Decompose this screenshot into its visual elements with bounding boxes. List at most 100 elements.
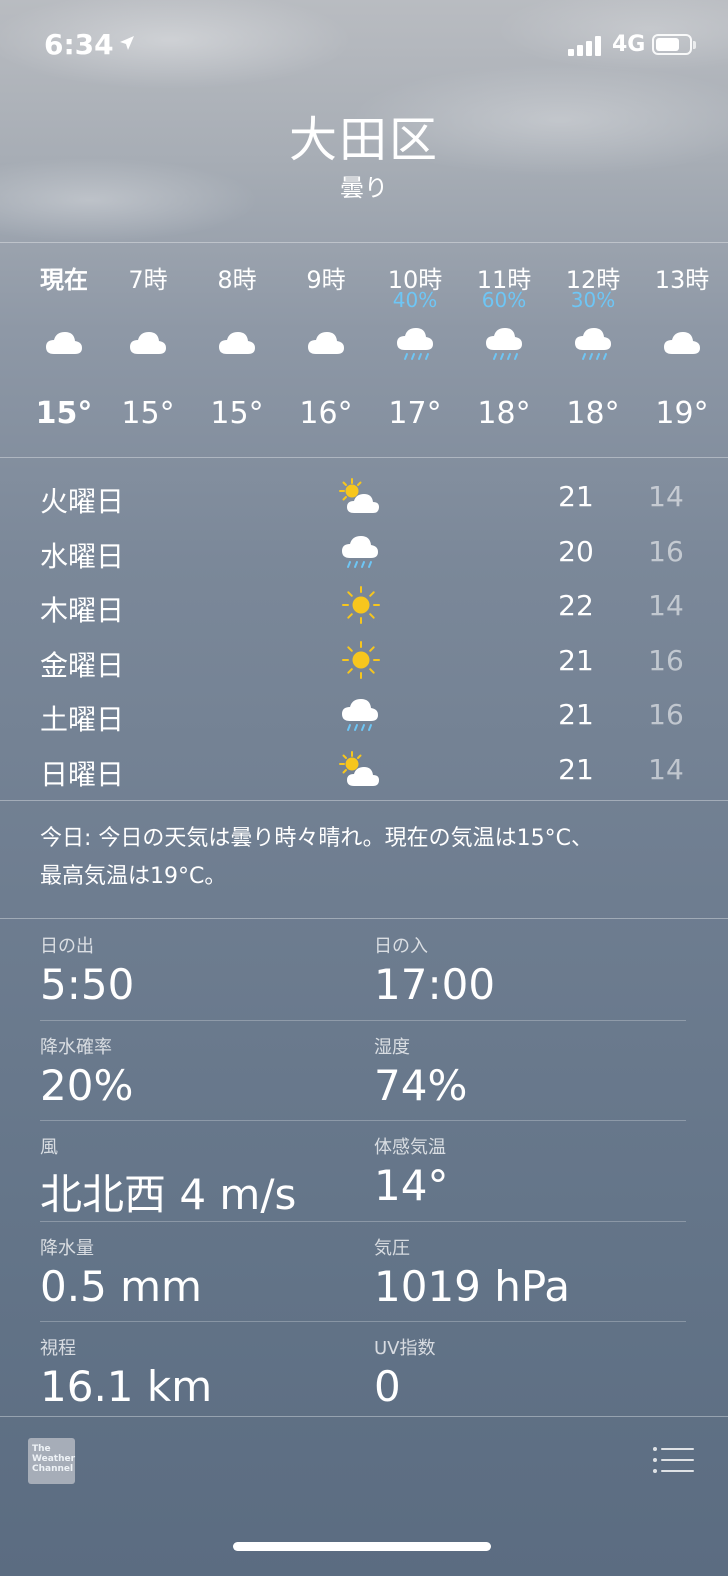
cloud-rain-icon	[397, 328, 433, 360]
sun-icon	[342, 640, 380, 679]
logo-text: Weather	[32, 1454, 76, 1464]
partly-sunny-icon	[339, 750, 379, 786]
day-name: 土曜日	[40, 703, 125, 737]
hour-temp: 15°	[210, 396, 264, 431]
hourly-item: 11時 60% 18°	[460, 244, 548, 456]
list-icon[interactable]	[652, 1446, 694, 1474]
daily-row: 火曜日 21 14	[0, 470, 728, 525]
hour-label: 現在	[40, 266, 88, 294]
hour-precip: 30%	[570, 288, 616, 312]
hour-temp: 18°	[477, 396, 531, 431]
detail-label: 降水量	[40, 1237, 94, 1259]
day-name: 木曜日	[40, 594, 125, 628]
detail-value: 0.5 mm	[40, 1261, 202, 1311]
detail-row: 降水量 0.5 mm 気圧 1019 hPa	[40, 1222, 686, 1322]
hour-temp: 17°	[388, 396, 442, 431]
today-summary: 今日: 今日の天気は曇り時々晴れ。現在の気温は15°C、 最高気温は19°C。	[40, 820, 700, 896]
location-arrow-icon	[120, 36, 134, 50]
network-type: 4G	[612, 32, 646, 57]
cloud-rain-icon	[342, 699, 378, 732]
status-bar: 6:34 4G	[0, 22, 728, 68]
detail-label: 湿度	[374, 1036, 410, 1058]
day-low: 14	[648, 480, 684, 513]
day-name: 水曜日	[40, 539, 125, 573]
cloud-icon	[46, 332, 82, 354]
home-indicator[interactable]	[233, 1542, 491, 1551]
city-name: 大田区	[288, 112, 439, 168]
hour-label: 9時	[306, 266, 346, 294]
daily-row: 木曜日 22 14	[0, 579, 728, 634]
daily-row: 土曜日 21 16	[0, 688, 728, 743]
hourly-item: 9時 16°	[282, 244, 370, 456]
hour-temp: 15°	[35, 396, 93, 431]
hourly-forecast[interactable]: 現在 15° 7時 15° 8時 15° 9時 16° 10時 40% 17° …	[0, 244, 728, 456]
hour-temp: 19°	[655, 396, 709, 431]
detail-label: 風	[40, 1137, 58, 1158]
hour-label: 7時	[128, 266, 168, 294]
hourly-item: 8時 15°	[193, 244, 281, 456]
partly-sunny-icon	[339, 478, 379, 513]
detail-value: 5:50	[40, 960, 135, 1009]
detail-value: 北北西 4 m/s	[40, 1170, 297, 1219]
daily-row: 水曜日 20 16	[0, 525, 728, 580]
signal-icon	[568, 36, 601, 56]
detail-value: 74%	[374, 1060, 468, 1110]
battery-icon	[652, 34, 696, 55]
cloud-rain-icon	[575, 328, 611, 360]
day-high: 21	[558, 752, 594, 786]
day-name: 金曜日	[40, 648, 125, 682]
day-low: 16	[648, 534, 684, 568]
hourly-item: 現在 15°	[20, 244, 108, 456]
logo-text: Channel	[32, 1464, 74, 1474]
weather-channel-logo[interactable]: The Weather Channel	[28, 1438, 75, 1484]
current-condition: 曇り	[340, 174, 388, 202]
daily-forecast: 火曜日 21 14 水曜日 20 16 木曜日 22 14 金曜日 21 16 …	[0, 470, 728, 798]
hour-precip: 60%	[481, 288, 527, 312]
divider	[0, 457, 728, 458]
divider	[0, 800, 728, 801]
detail-value: 0	[374, 1362, 401, 1411]
detail-value: 20%	[40, 1060, 134, 1110]
detail-label: 降水確率	[40, 1036, 112, 1058]
day-low: 16	[648, 698, 684, 732]
cloud-rain-icon	[342, 535, 378, 568]
hour-label: 8時	[217, 266, 257, 294]
detail-label: 日の入	[374, 936, 428, 957]
day-low: 14	[648, 752, 684, 786]
detail-label: 体感気温	[374, 1137, 446, 1158]
hourly-item: 12時 30% 18°	[549, 244, 637, 456]
day-high: 21	[558, 698, 594, 732]
cloud-icon	[130, 332, 166, 354]
day-low: 14	[648, 589, 684, 623]
daily-row: 日曜日 21 14	[0, 743, 728, 798]
daily-row: 金曜日 21 16	[0, 634, 728, 689]
hourly-item: 13時 19°	[638, 244, 726, 456]
divider	[0, 242, 728, 243]
detail-value: 1019 hPa	[374, 1261, 571, 1311]
detail-label: 視程	[40, 1338, 76, 1359]
cloud-icon	[308, 332, 344, 354]
summary-line: 今日: 今日の天気は曇り時々晴れ。現在の気温は15°C、	[40, 826, 593, 851]
detail-row: 日の出 5:50 日の入 17:00	[40, 920, 686, 1021]
day-high: 21	[558, 643, 594, 677]
hourly-item: 10時 40% 17°	[371, 244, 459, 456]
detail-label: 気圧	[374, 1237, 410, 1259]
detail-value: 16.1 km	[40, 1362, 213, 1411]
summary-line: 最高気温は19°C。	[40, 864, 227, 889]
day-high: 21	[558, 480, 594, 513]
day-high: 20	[558, 534, 594, 568]
detail-row: 降水確率 20% 湿度 74%	[40, 1021, 686, 1121]
hourly-item: 7時 15°	[104, 244, 192, 456]
detail-value: 14°	[374, 1161, 449, 1210]
day-name: 火曜日	[40, 485, 125, 518]
divider	[0, 918, 728, 919]
sun-icon	[342, 586, 380, 625]
cloud-rain-icon	[486, 328, 522, 360]
detail-label: UV指数	[374, 1338, 436, 1359]
detail-label: 日の出	[40, 936, 94, 957]
cloud-icon	[664, 332, 700, 354]
detail-row: 視程 16.1 km UV指数 0	[40, 1322, 686, 1422]
hour-temp: 16°	[299, 396, 353, 431]
status-time: 6:34	[44, 28, 114, 61]
day-high: 22	[558, 589, 594, 623]
